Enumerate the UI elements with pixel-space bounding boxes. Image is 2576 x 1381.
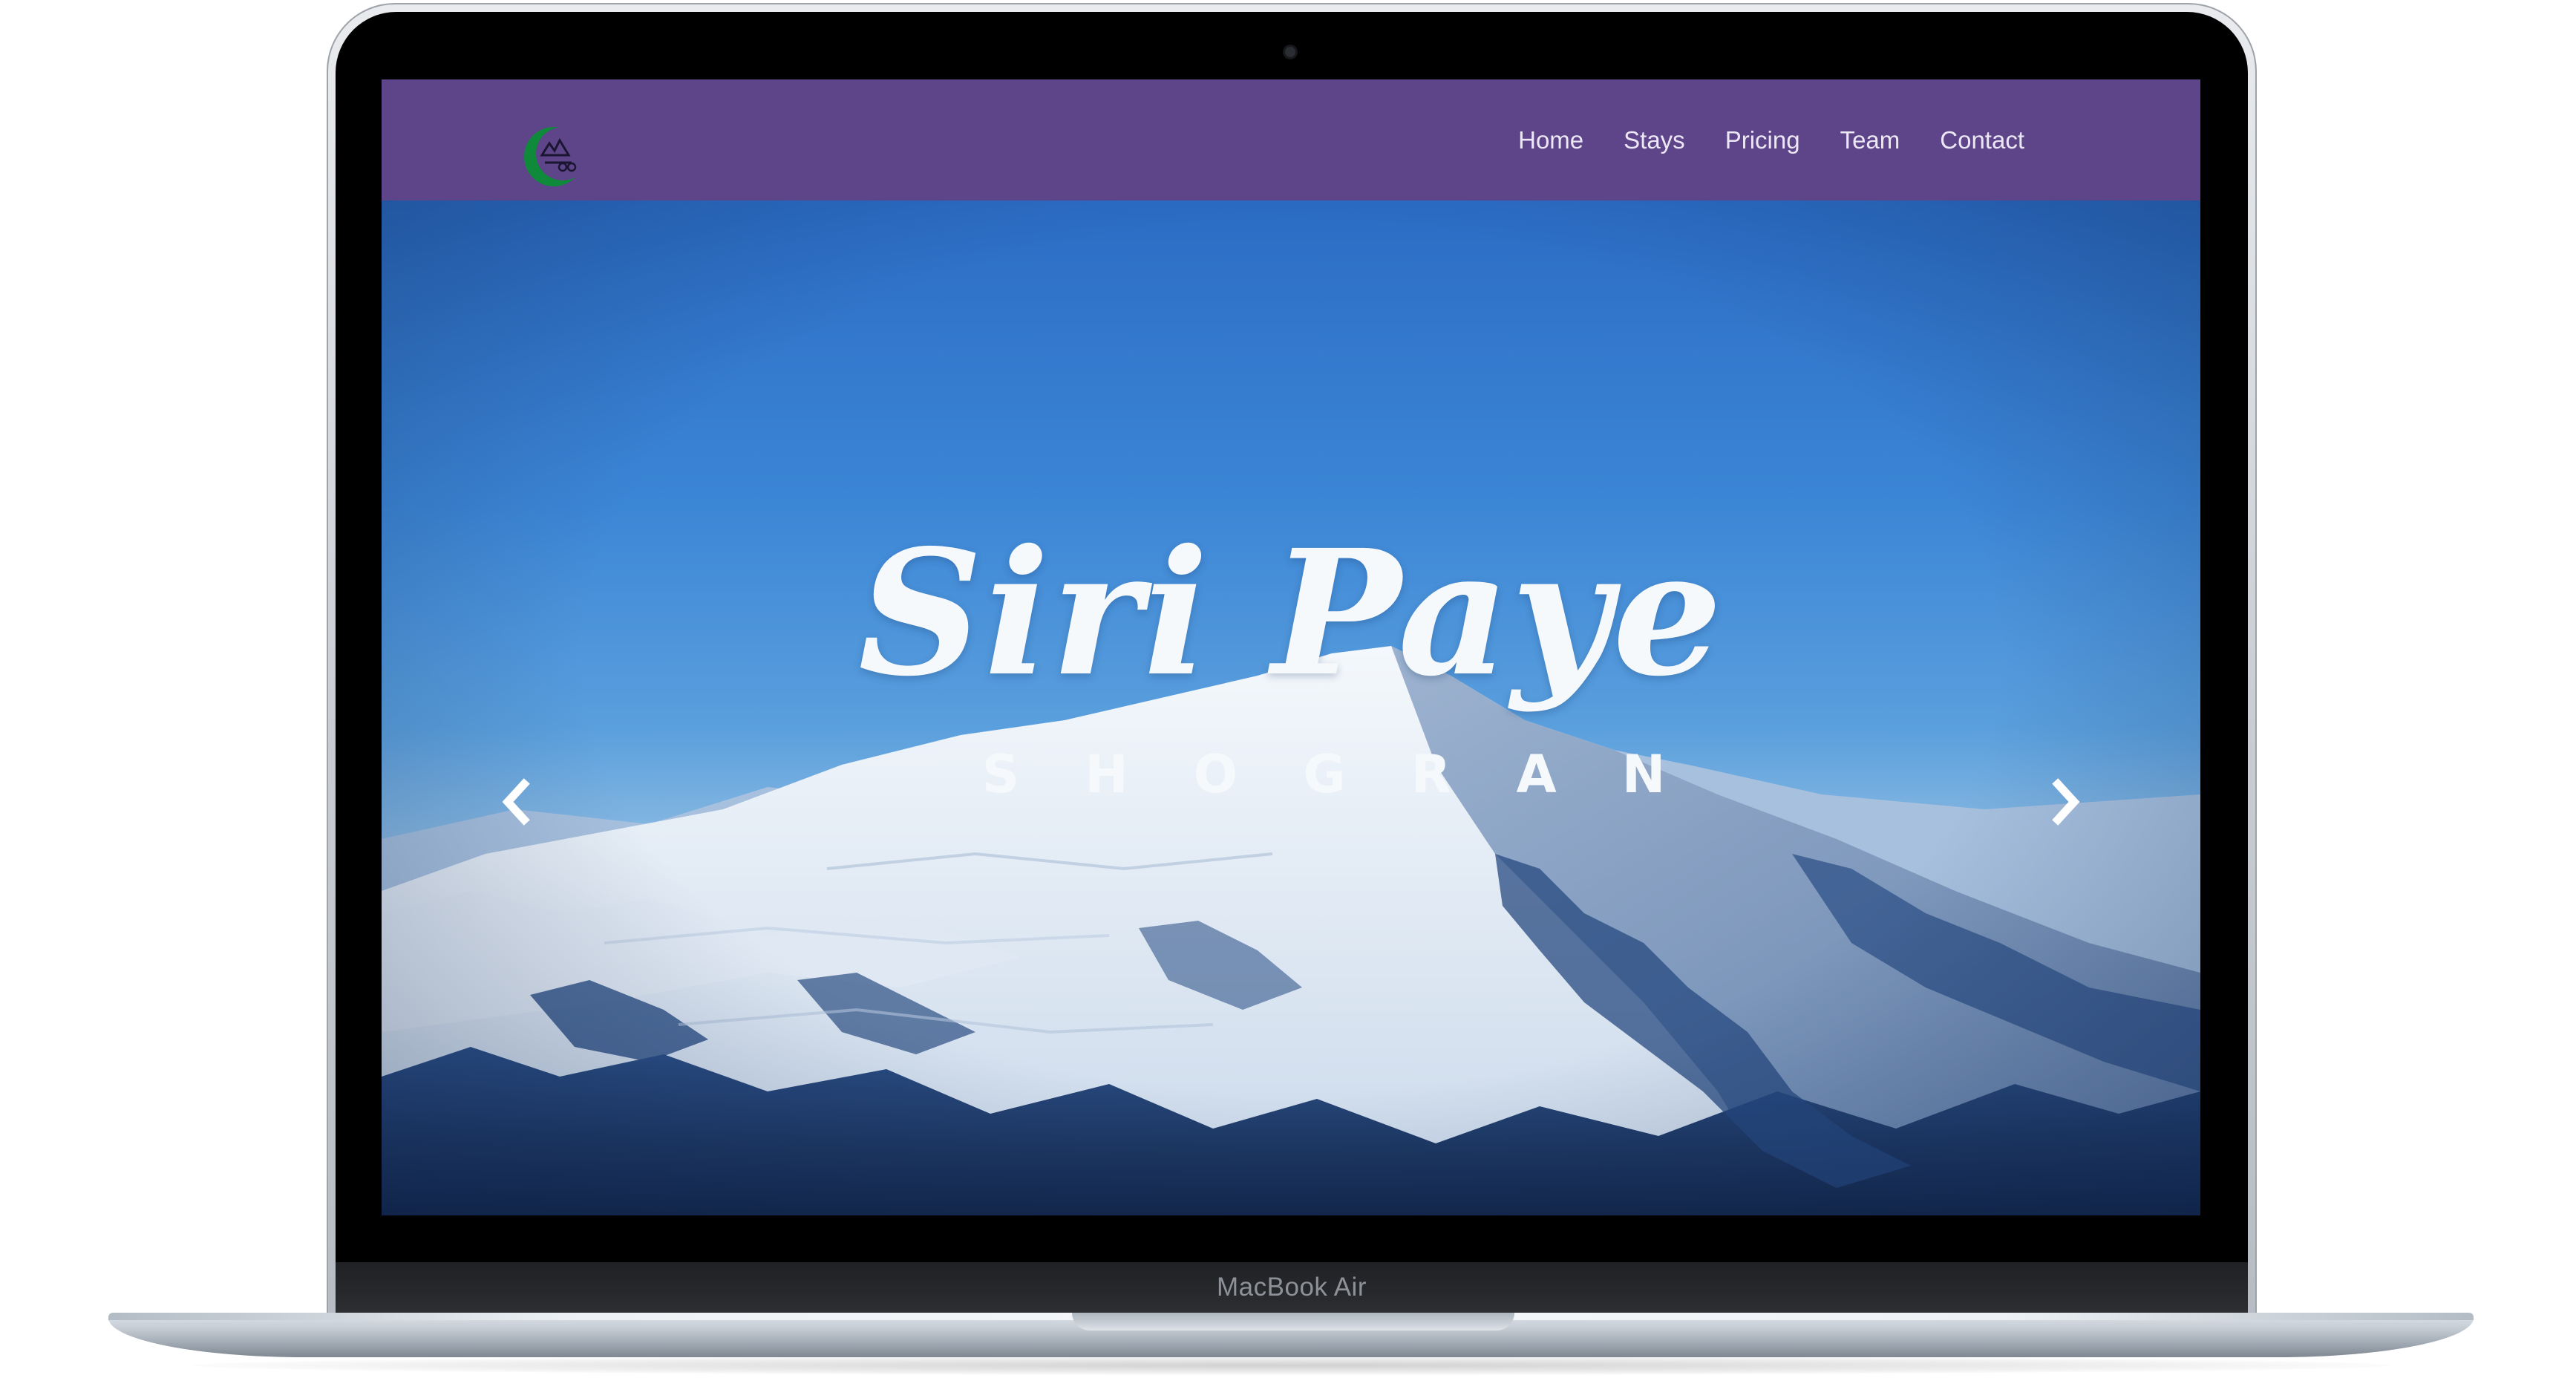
chevron-right-icon: [2052, 778, 2080, 826]
hero-title: Siri Paye: [858, 512, 1724, 714]
device-model-label: MacBook Air: [1217, 1273, 1367, 1302]
site-logo[interactable]: [520, 121, 591, 192]
carousel-prev-button[interactable]: [493, 772, 537, 832]
chevron-left-icon: [502, 778, 530, 826]
site-navbar: Home Stays Pricing Team Contact: [382, 79, 2200, 200]
carousel-next-button[interactable]: [2044, 772, 2089, 832]
nav-contact[interactable]: Contact: [1920, 126, 2044, 154]
stage: MacBook Air Home Stays Pricing Team Cont…: [0, 0, 2576, 1381]
nav-pricing[interactable]: Pricing: [1705, 126, 1820, 154]
nav-stays[interactable]: Stays: [1604, 126, 1705, 154]
laptop-shadow: [193, 1356, 2390, 1375]
nav-home[interactable]: Home: [1498, 126, 1604, 154]
camera-icon: [1285, 47, 1295, 57]
laptop-hinge-notch: [1072, 1313, 1514, 1331]
laptop-screen: Home Stays Pricing Team Contact Siri Pay…: [382, 79, 2200, 1215]
main-nav: Home Stays Pricing Team Contact: [1498, 79, 2044, 200]
crescent-mountain-logo-icon: [524, 127, 589, 186]
hero-carousel: Siri Paye SHOGRAN: [382, 200, 2200, 1215]
hero-subtitle: SHOGRAN: [981, 744, 1731, 805]
nav-team[interactable]: Team: [1820, 126, 1920, 154]
